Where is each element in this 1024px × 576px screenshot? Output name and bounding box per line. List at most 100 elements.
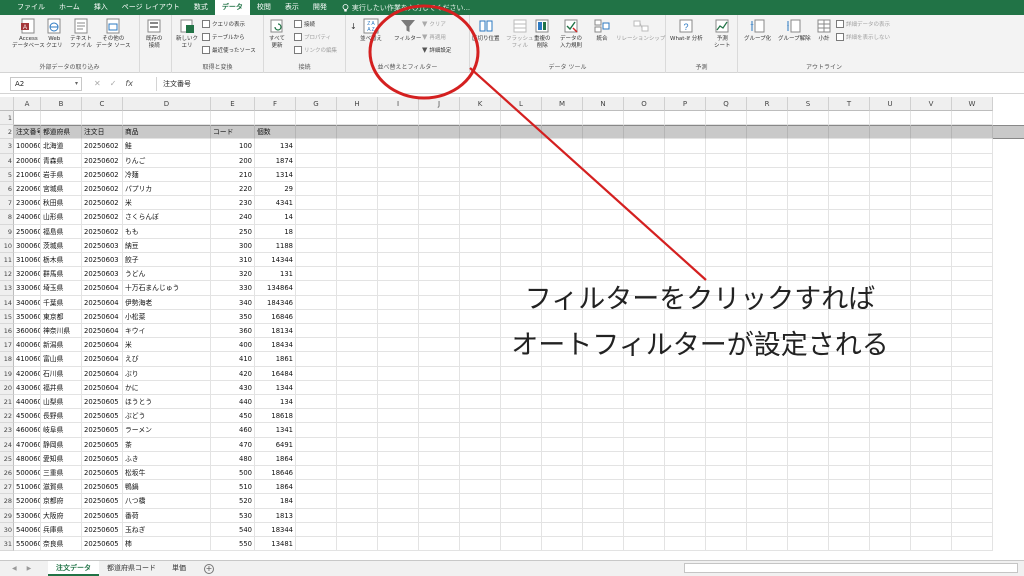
cell[interactable] [624, 238, 665, 253]
cell[interactable] [870, 224, 911, 239]
refresh-all-button[interactable]: すべて 更新 [269, 18, 285, 50]
column-header[interactable]: H [337, 97, 378, 111]
cell[interactable] [296, 139, 337, 154]
text-file-button[interactable]: テキスト ファイル [70, 18, 92, 50]
cell[interactable] [583, 224, 624, 239]
header-cell[interactable] [706, 125, 747, 140]
cell[interactable]: 480 [211, 451, 255, 466]
cell[interactable] [706, 480, 747, 495]
cell[interactable] [337, 224, 378, 239]
cell[interactable]: 柿 [123, 537, 211, 552]
cell[interactable] [706, 409, 747, 424]
cell[interactable] [378, 295, 419, 310]
cell[interactable]: 米 [123, 196, 211, 211]
cell[interactable] [870, 522, 911, 537]
cell[interactable]: 240 [211, 210, 255, 225]
cell[interactable] [378, 466, 419, 481]
header-cell[interactable] [583, 125, 624, 140]
cell[interactable] [501, 253, 542, 268]
cell[interactable]: 400 [211, 338, 255, 353]
cell[interactable] [460, 224, 501, 239]
cell[interactable]: 20250602 [82, 210, 123, 225]
hide-detail-button[interactable]: 詳細を表示しない [836, 33, 890, 41]
cell[interactable] [542, 480, 583, 495]
cell[interactable] [337, 309, 378, 324]
chevron-down-icon[interactable]: ▾ [75, 78, 78, 90]
cell[interactable] [378, 494, 419, 509]
cell[interactable] [501, 395, 542, 410]
cell[interactable] [665, 224, 706, 239]
add-sheet-icon[interactable]: + [204, 563, 214, 574]
row-header[interactable]: 6 [0, 182, 14, 197]
cell[interactable] [911, 238, 952, 253]
cell[interactable] [542, 437, 583, 452]
cell[interactable]: 25006001 [14, 224, 41, 239]
cell[interactable] [706, 210, 747, 225]
cell[interactable] [747, 111, 788, 126]
cell[interactable] [624, 139, 665, 154]
cell[interactable] [378, 224, 419, 239]
cell[interactable]: 410 [211, 352, 255, 367]
cell[interactable]: 23006001 [14, 196, 41, 211]
cell[interactable]: 470 [211, 437, 255, 452]
cell[interactable] [829, 210, 870, 225]
cell[interactable] [829, 196, 870, 211]
cell[interactable] [296, 352, 337, 367]
cell[interactable] [952, 409, 993, 424]
cell[interactable] [952, 395, 993, 410]
cell[interactable] [296, 395, 337, 410]
cell[interactable] [829, 423, 870, 438]
cell[interactable] [829, 451, 870, 466]
cell[interactable] [829, 480, 870, 495]
cell[interactable] [296, 167, 337, 182]
cell[interactable] [747, 480, 788, 495]
cell[interactable] [665, 395, 706, 410]
cell[interactable]: 秋田県 [41, 196, 82, 211]
new-query-button[interactable]: 新しいク エリ [176, 18, 198, 50]
column-header[interactable]: B [41, 97, 82, 111]
cell[interactable] [337, 295, 378, 310]
properties-button[interactable]: プロパティ [294, 33, 331, 41]
column-header[interactable]: T [829, 97, 870, 111]
cell[interactable]: 20250605 [82, 494, 123, 509]
cell[interactable] [542, 494, 583, 509]
cell[interactable] [501, 210, 542, 225]
cell[interactable]: 320 [211, 267, 255, 282]
cell[interactable]: かに [123, 380, 211, 395]
cell[interactable] [337, 451, 378, 466]
cell[interactable] [624, 423, 665, 438]
cell[interactable] [460, 139, 501, 154]
row-header[interactable]: 14 [0, 295, 14, 310]
cell[interactable] [665, 508, 706, 523]
from-table-button[interactable]: テーブルから [202, 33, 245, 41]
cell[interactable] [460, 423, 501, 438]
ribbon-tab-3[interactable]: ページ レイアウト [115, 0, 187, 15]
header-cell[interactable]: 個数 [255, 125, 296, 140]
cell[interactable] [501, 380, 542, 395]
flash-fill-button[interactable]: フラッシュ フィル [506, 18, 534, 50]
cell[interactable]: 350 [211, 309, 255, 324]
cell[interactable]: 21006001 [14, 167, 41, 182]
cell[interactable] [296, 253, 337, 268]
cell[interactable]: 540 [211, 522, 255, 537]
cell[interactable] [337, 196, 378, 211]
cell[interactable] [706, 238, 747, 253]
cell[interactable]: 530 [211, 508, 255, 523]
cell[interactable] [706, 451, 747, 466]
row-header[interactable]: 17 [0, 338, 14, 353]
cell[interactable]: 山形県 [41, 210, 82, 225]
column-header[interactable]: V [911, 97, 952, 111]
cell[interactable] [665, 238, 706, 253]
text-to-columns-button[interactable]: 区切り位置 [472, 18, 500, 43]
header-cell[interactable] [870, 125, 911, 140]
cell[interactable]: 八つ橋 [123, 494, 211, 509]
show-detail-button[interactable]: 詳細データの表示 [836, 20, 890, 28]
group-button[interactable]: + グループ化 [744, 18, 771, 43]
cell[interactable]: 滋賀県 [41, 480, 82, 495]
reapply-button[interactable]: ▼ 再適用 [422, 33, 446, 41]
cell[interactable] [419, 210, 460, 225]
recent-sources-button[interactable]: 最近使ったソース [202, 46, 256, 54]
cell[interactable] [296, 522, 337, 537]
cell[interactable] [501, 153, 542, 168]
ribbon-tab-0[interactable]: ファイル [10, 0, 52, 15]
